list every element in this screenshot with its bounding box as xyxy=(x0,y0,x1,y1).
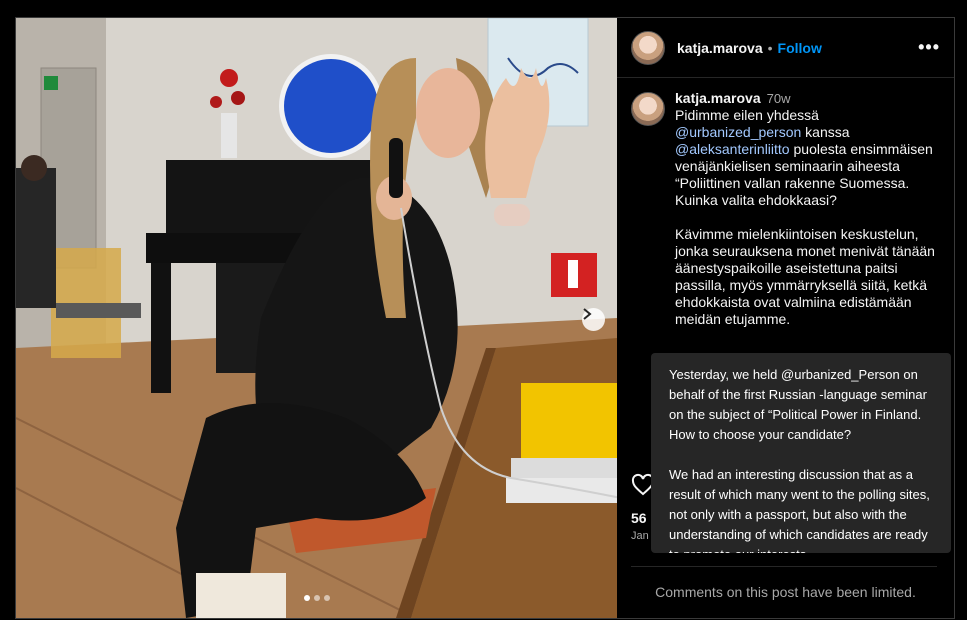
caption-paragraph-2: Kävimme mielenkiintoisen keskustelun, jo… xyxy=(675,226,935,327)
post-caption: katja.marova 70w Pidimme eilen yhdessä @u… xyxy=(631,90,941,328)
caption-text-2: kanssa xyxy=(801,124,850,140)
chevron-right-icon xyxy=(583,308,592,320)
mention-urbanized-person[interactable]: @urbanized_person xyxy=(675,124,801,140)
post-date: Jan xyxy=(631,530,649,542)
more-options-icon[interactable]: ••• xyxy=(918,37,940,58)
caption-username[interactable]: katja.marova xyxy=(675,90,761,106)
translation-paragraph-2: We had an interesting discussion that as… xyxy=(669,467,930,553)
carousel-dots xyxy=(304,595,330,601)
carousel-dot-3 xyxy=(324,595,330,601)
caption-time[interactable]: 70w xyxy=(767,91,791,106)
likes-count[interactable]: 56 xyxy=(631,510,647,526)
comments-limited-notice: Comments on this post have been limited. xyxy=(655,584,916,600)
author-avatar[interactable] xyxy=(631,30,665,65)
next-photo-button[interactable] xyxy=(582,308,605,331)
photo-scene xyxy=(16,18,617,618)
translation-paragraph-1: Yesterday, we held @urbanized_Person on … xyxy=(669,367,927,442)
carousel-dot-1 xyxy=(304,595,310,601)
translation-tooltip: Yesterday, we held @urbanized_Person on … xyxy=(651,353,951,553)
author-username[interactable]: katja.marova xyxy=(677,40,763,56)
divider xyxy=(631,566,937,567)
post-photo[interactable] xyxy=(16,18,617,618)
mention-aleksanterinliitto[interactable]: @aleksanterinliitto xyxy=(675,141,790,157)
carousel-dot-2 xyxy=(314,595,320,601)
header-separator: • xyxy=(767,39,773,56)
follow-button[interactable]: Follow xyxy=(778,40,822,56)
caption-body: katja.marova 70w Pidimme eilen yhdessä @u… xyxy=(675,90,941,328)
caption-paragraph-1: Pidimme eilen yhdessä @urbanized_person … xyxy=(675,107,941,209)
caption-text-1: Pidimme eilen yhdessä xyxy=(675,107,819,123)
post-header: katja.marova • Follow ••• xyxy=(617,18,954,78)
caption-avatar[interactable] xyxy=(631,92,665,126)
